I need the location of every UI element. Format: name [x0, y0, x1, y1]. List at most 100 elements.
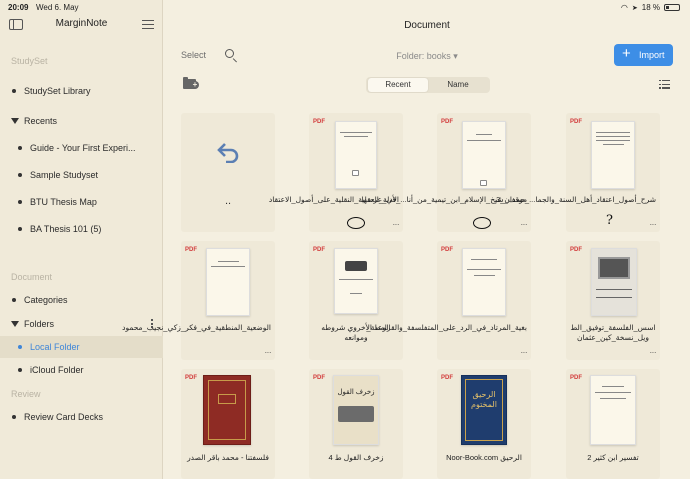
more-options-icon[interactable]: ···	[650, 348, 657, 357]
bullet	[18, 345, 22, 349]
document-card[interactable]: PDF الوعد الأخروي شروطه وموانعه	[309, 241, 403, 360]
document-title: Noor-Book.com الرحيق	[446, 453, 522, 462]
folder-selector[interactable]: Folder: books ▾	[164, 51, 690, 62]
document-thumbnail	[591, 248, 637, 316]
disclosure-triangle-icon[interactable]	[11, 321, 19, 327]
more-options-icon[interactable]: ···	[650, 220, 657, 229]
pdf-badge: PDF	[570, 247, 582, 253]
more-options-icon[interactable]: ···	[265, 348, 272, 357]
document-thumbnail	[590, 375, 636, 445]
status-time: 20:09	[8, 3, 29, 12]
sidebar-item-label: Categories	[24, 295, 68, 305]
new-folder-icon[interactable]	[183, 77, 199, 89]
document-thumbnail: الرحيق المختوم	[461, 375, 507, 445]
pdf-badge: PDF	[313, 119, 325, 125]
sidebar: 20:09 Wed 6. May MarginNote StudySet Stu…	[0, 0, 163, 479]
document-thumbnail	[203, 375, 251, 445]
document-title: شرح_أصول_اعتقاد_أهل_السنة_والجما..._حمدا…	[491, 195, 656, 204]
document-card[interactable]: PDF موقف_شيخ_الإسلام_ابن_تيمية_من_أنا...…	[361, 113, 531, 232]
sidebar-item-label: BA Thesis 101 (5)	[30, 224, 102, 234]
document-card[interactable]: PDF الأدلة_العقلية_النقلية_على_أصول_الاع…	[269, 113, 403, 232]
pdf-badge: PDF	[185, 375, 197, 381]
sidebar-item-studyset-library[interactable]: StudySet Library	[0, 80, 163, 102]
document-card[interactable]: PDF الوضعية_المنطقية_في_فكر_زكي_نجيب_محم…	[122, 241, 275, 360]
document-title: بغية_المرتاد_في_الرد_على_المتفلسفة_والقر…	[366, 323, 527, 332]
document-title: زخرف القول ط 4	[328, 453, 384, 462]
menu-icon[interactable]	[142, 20, 154, 29]
document-title: الوضعية_المنطقية_في_فكر_زكي_نجيب_محمود	[122, 323, 271, 332]
question-mark-annotation: ?	[606, 213, 613, 228]
wifi-icon: ◠	[620, 3, 628, 12]
bullet	[12, 89, 16, 93]
list-view-icon[interactable]	[659, 80, 670, 89]
pdf-badge: PDF	[570, 375, 582, 381]
cloud-download-icon	[480, 180, 487, 186]
cover-title: زخرف القول	[337, 389, 375, 396]
document-browser: ◠ ➤ 18 % Document Select Folder: books ▾…	[122, 0, 690, 479]
sidebar-item-recent[interactable]: Sample Studyset	[0, 164, 163, 186]
document-thumbnail	[462, 121, 506, 189]
sidebar-item-recent[interactable]: BTU Thesis Map	[0, 191, 163, 213]
document-card[interactable]: PDF فلسفتنا - محمد باقر الصدر	[181, 369, 275, 479]
bullet	[18, 146, 22, 150]
tab-recent[interactable]: Recent	[368, 78, 428, 92]
bullet	[12, 298, 16, 302]
sidebar-item-label: StudySet Library	[24, 86, 91, 96]
document-title: اسس_الفلسفة_توفيق_الط ويل_نسخة_كين_عثمان	[570, 323, 656, 342]
bullet	[12, 415, 16, 419]
bullet	[18, 227, 22, 231]
status-bar-right: ◠ ➤ 18 %	[164, 0, 690, 14]
cloud-download-icon[interactable]	[473, 217, 491, 229]
pdf-badge: PDF	[441, 247, 453, 253]
battery-icon	[664, 4, 680, 11]
import-button[interactable]: + Import	[614, 44, 673, 66]
section-document: Document	[11, 272, 53, 282]
disclosure-triangle-icon[interactable]	[11, 118, 19, 124]
document-thumbnail	[206, 248, 250, 316]
sidebar-header: MarginNote	[0, 14, 163, 36]
sidebar-item-categories[interactable]: Categories	[0, 289, 163, 311]
back-arrow-icon	[217, 143, 239, 163]
sidebar-item-recents[interactable]: Recents	[0, 110, 163, 132]
section-review: Review	[11, 389, 41, 399]
parent-folder-card[interactable]: ..	[181, 113, 275, 232]
document-thumbnail	[462, 248, 506, 316]
document-card[interactable]: PDF تفسير ابن كثير 2	[566, 369, 660, 479]
cover-title: الرحيق المختوم	[471, 390, 497, 409]
battery-percent: 18 %	[641, 3, 660, 12]
sidebar-item-icloud-folder[interactable]: iCloud Folder	[0, 359, 163, 381]
document-thumbnail	[334, 248, 378, 314]
tab-name[interactable]: Name	[428, 77, 488, 93]
sidebar-item-label: Folders	[24, 319, 55, 329]
document-card[interactable]: PDF شرح_أصول_اعتقاد_أهل_السنة_والجما..._…	[491, 113, 660, 232]
sidebar-item-label: Local Folder	[30, 342, 80, 352]
status-indicators: ◠ ➤ 18 %	[621, 3, 680, 12]
sidebar-item-label: Sample Studyset	[30, 170, 99, 180]
document-card[interactable]: PDF الرحيق المختوم Noor-Book.com الرحيق	[437, 369, 531, 479]
pdf-badge: PDF	[441, 375, 453, 381]
more-options-icon[interactable]: ···	[521, 348, 528, 357]
pdf-badge: PDF	[313, 375, 325, 381]
pdf-badge: PDF	[313, 247, 325, 253]
pdf-badge: PDF	[441, 119, 453, 125]
more-options-icon[interactable]: ···	[393, 220, 400, 229]
pdf-badge: PDF	[185, 247, 197, 253]
document-card[interactable]: PDF بغية_المرتاد_في_الرد_على_المتفلسفة_و…	[366, 241, 531, 360]
pdf-badge: PDF	[570, 119, 582, 125]
status-date: Wed 6. May	[36, 3, 79, 12]
document-thumbnail	[335, 121, 377, 189]
document-title: تفسير ابن كثير 2	[587, 453, 639, 462]
document-card[interactable]: PDF اسس_الفلسفة_توفيق_الط ويل_نسخة_كين_ع…	[566, 241, 660, 360]
cloud-download-icon[interactable]	[347, 217, 365, 229]
bullet	[18, 173, 22, 177]
sidebar-item-review-decks[interactable]: Review Card Decks	[0, 406, 163, 428]
document-thumbnail	[591, 121, 635, 189]
document-card[interactable]: PDF زخرف القول زخرف القول ط 4	[309, 369, 403, 479]
sidebar-item-local-folder[interactable]: Local Folder	[0, 336, 163, 358]
sidebar-item-recent[interactable]: Guide - Your First Experi...	[0, 137, 163, 159]
plus-icon: +	[622, 45, 631, 62]
import-label: Import	[639, 50, 665, 60]
document-title: فلسفتنا - محمد باقر الصدر	[187, 453, 269, 462]
sidebar-item-recent[interactable]: BA Thesis 101 (5)	[0, 218, 163, 240]
more-options-icon[interactable]: ···	[521, 220, 528, 229]
